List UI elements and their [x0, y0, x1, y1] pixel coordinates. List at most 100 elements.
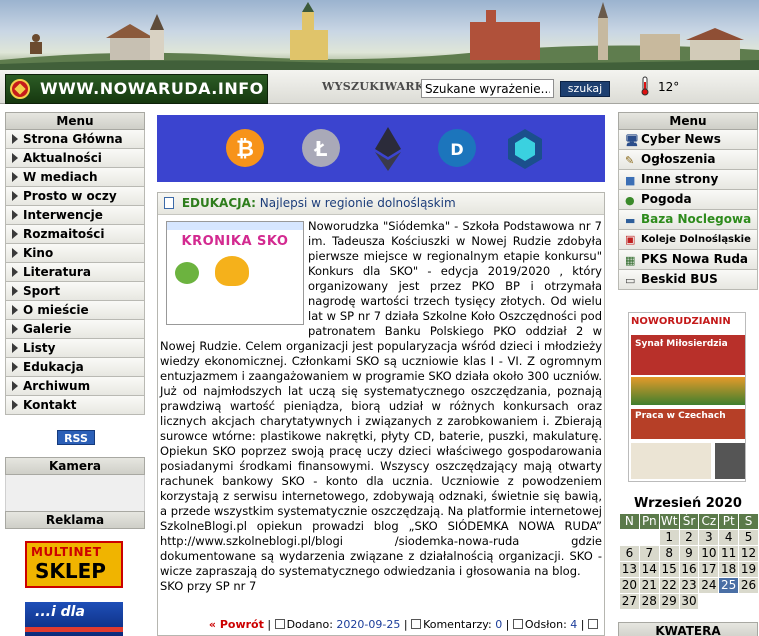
calendar-day-cell[interactable]: 17: [699, 562, 719, 577]
triangle-bullet-icon: [12, 381, 18, 391]
thermometer-icon: [641, 76, 649, 96]
search-input[interactable]: [421, 79, 554, 98]
left-menu-item[interactable]: Prosto w oczy: [5, 187, 145, 206]
triangle-bullet-icon: [12, 153, 18, 163]
left-menu-item[interactable]: Listy: [5, 339, 145, 358]
calendar-day-name: Wt: [659, 514, 679, 529]
left-menu-item[interactable]: O mieście: [5, 301, 145, 320]
calendar-day-cell[interactable]: 15: [659, 562, 679, 577]
left-menu-item-label: Prosto w oczy: [23, 189, 117, 203]
calendar-day-cell[interactable]: 20: [620, 578, 639, 593]
calendar-day-cell[interactable]: 14: [639, 562, 659, 577]
calendar-day-cell[interactable]: 9: [679, 546, 699, 561]
back-link[interactable]: « Powrót: [209, 618, 264, 631]
left-menu-item[interactable]: Sport: [5, 282, 145, 301]
second-ad-banner[interactable]: ...i dla: [25, 602, 123, 636]
calendar-day-cell[interactable]: 8: [659, 546, 679, 561]
left-menu-item[interactable]: Edukacja: [5, 358, 145, 377]
left-menu-item-label: Edukacja: [23, 360, 84, 374]
calendar-day-cell[interactable]: 23: [679, 578, 699, 593]
left-menu-item[interactable]: Literatura: [5, 263, 145, 282]
calendar-day-cell[interactable]: 4: [719, 530, 739, 545]
calendar-day-cell[interactable]: 18: [719, 562, 739, 577]
site-logo-bar[interactable]: WWW.NOWARUDA.INFO: [5, 74, 268, 104]
ad-stripe: [25, 627, 123, 632]
left-menu-item[interactable]: Kontakt: [5, 396, 145, 415]
left-menu-item[interactable]: W mediach: [5, 168, 145, 187]
calendar-day-cell[interactable]: 5: [739, 530, 758, 545]
left-menu-item[interactable]: Kino: [5, 244, 145, 263]
search-button[interactable]: szukaj: [560, 81, 610, 97]
calendar-day-cell[interactable]: 24: [699, 578, 719, 593]
site-name[interactable]: WWW.NOWARUDA.INFO: [40, 79, 264, 98]
calendar-day-cell[interactable]: 26: [739, 578, 758, 593]
triangle-bullet-icon: [12, 229, 18, 239]
crypto-ad-banner[interactable]: ₿ Ł D: [157, 115, 605, 182]
date-icon: [274, 619, 285, 629]
calendar-day-cell[interactable]: 16: [679, 562, 699, 577]
calendar-day-cell[interactable]: 7: [639, 546, 659, 561]
calendar-day-cell[interactable]: 1: [659, 530, 679, 545]
article-footer: « Powrót | Dodano: 2020-09-25 | Komentar…: [158, 615, 604, 635]
calendar-day-cell[interactable]: 27: [620, 594, 639, 609]
right-menu-item-label: Inne strony: [641, 172, 719, 186]
calendar-day-name: Pt: [719, 514, 739, 529]
temperature-readout: 12°: [658, 80, 680, 94]
article-category[interactable]: EDUKACJA:: [182, 196, 256, 210]
calendar-day-cell[interactable]: 29: [659, 594, 679, 609]
crypto-coins-image: ₿ Ł D: [226, 127, 542, 171]
right-menu-item[interactable]: ▭ Beskid BUS: [618, 270, 758, 290]
thumbnail-ribbon: [167, 222, 303, 230]
calendar-day-cell[interactable]: 28: [639, 594, 659, 609]
calendar-week-row: 20 21 22 23 24 25 26: [620, 578, 758, 593]
calendar-day-cell[interactable]: 19: [739, 562, 758, 577]
right-menu-item[interactable]: ■ Inne strony: [618, 170, 758, 190]
left-menu-item[interactable]: Rozmaitości: [5, 225, 145, 244]
left-menu-item[interactable]: Archiwum: [5, 377, 145, 396]
multinet-ad-banner[interactable]: MULTINET SKLEP: [25, 541, 123, 588]
rss-button[interactable]: RSS: [57, 430, 95, 445]
right-menu-item[interactable]: ▬ Baza Noclegowa: [618, 210, 758, 230]
calendar-day-cell[interactable]: 13: [620, 562, 639, 577]
article-body: KRONIKA SKO Noworudzka "Siódemka" - Szko…: [158, 215, 604, 594]
right-menu-item[interactable]: ● Pogoda: [618, 190, 758, 210]
left-menu-item[interactable]: Strona Główna: [5, 130, 145, 149]
calendar-week-row: 27 28 29 30: [620, 594, 758, 609]
article-thumbnail[interactable]: KRONIKA SKO: [166, 221, 304, 325]
calendar-day-cell[interactable]: 11: [719, 546, 739, 561]
left-menu-item[interactable]: Interwencje: [5, 206, 145, 225]
left-menu-item-label: Listy: [23, 341, 56, 355]
triangle-bullet-icon: [12, 343, 18, 353]
right-menu-item-label: Pogoda: [641, 192, 692, 206]
right-menu-item[interactable]: 🖥 Cyber News: [618, 130, 758, 150]
left-menu-item-label: Kontakt: [23, 398, 77, 412]
calendar-day-cell[interactable]: 21: [639, 578, 659, 593]
right-menu-item[interactable]: ▦ PKS Nowa Ruda: [618, 250, 758, 270]
triangle-bullet-icon: [12, 362, 18, 372]
left-menu-item[interactable]: Galerie: [5, 320, 145, 339]
calendar-today-cell[interactable]: 25: [719, 578, 739, 593]
right-menu-item-label: Cyber News: [641, 132, 721, 146]
triangle-bullet-icon: [12, 400, 18, 410]
calendar-day-cell[interactable]: 2: [679, 530, 699, 545]
calendar-day-cell[interactable]: 6: [620, 546, 639, 561]
calendar-day-cell[interactable]: 12: [739, 546, 758, 561]
newspaper-title: NOWORUDZIANIN: [631, 316, 745, 331]
print-icon[interactable]: [588, 619, 598, 629]
header-banner: [0, 0, 759, 70]
comments-count[interactable]: 0: [495, 618, 502, 631]
svg-text:D: D: [450, 140, 463, 159]
left-menu-list: Strona Główna Aktualności W mediach Prosto …: [5, 130, 145, 415]
right-menu-item[interactable]: ✎ Ogłoszenia: [618, 150, 758, 170]
bus-sign-icon: ▦: [625, 254, 636, 267]
calendar-day-cell[interactable]: 30: [679, 594, 699, 609]
calendar-day-cell[interactable]: 10: [699, 546, 719, 561]
left-menu-item[interactable]: Aktualności: [5, 149, 145, 168]
comments-label: Komentarzy:: [423, 618, 492, 631]
newspaper-photo: [631, 377, 745, 405]
town-panorama-image: [0, 2, 759, 70]
newspaper-cover[interactable]: NOWORUDZIANIN Synał Miłosierdzia Praca w…: [628, 312, 746, 482]
right-menu-item[interactable]: ▣ Koleje Dolnośląskie: [618, 230, 758, 250]
calendar-day-cell[interactable]: 3: [699, 530, 719, 545]
calendar-day-cell[interactable]: 22: [659, 578, 679, 593]
